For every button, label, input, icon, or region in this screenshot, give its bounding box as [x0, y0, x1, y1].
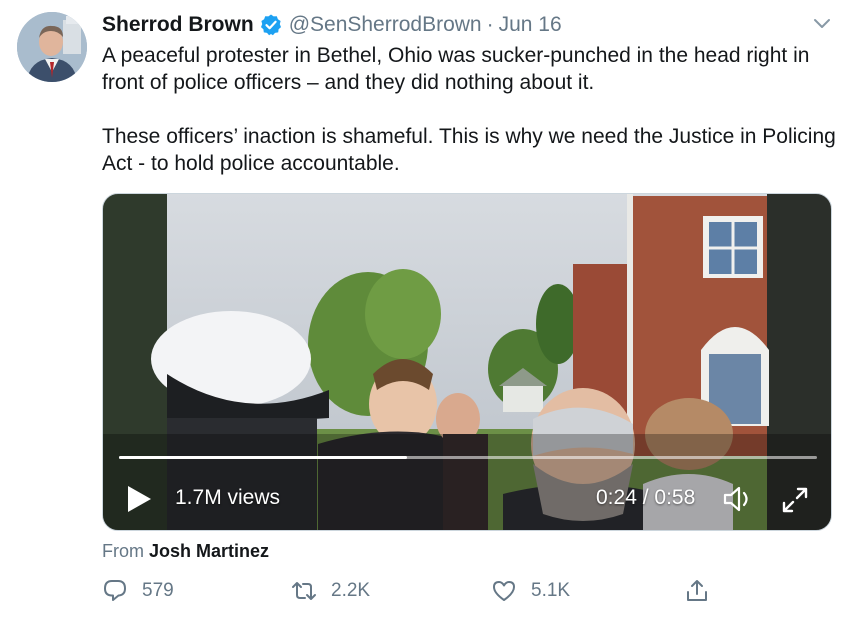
fullscreen-icon[interactable] [779, 484, 811, 516]
tweet-text: A peaceful protester in Bethel, Ohio was… [102, 42, 837, 177]
tweet-text-paragraph-2: These officers’ inaction is shameful. Th… [102, 125, 836, 175]
share-icon [687, 580, 707, 601]
avatar[interactable] [17, 12, 87, 82]
video-time-separator: / [642, 486, 649, 509]
attribution-source[interactable]: Josh Martinez [149, 541, 269, 561]
chevron-down-icon[interactable] [811, 12, 833, 34]
play-icon[interactable] [125, 484, 153, 514]
verified-badge-icon [259, 13, 283, 37]
like-button[interactable]: 5.1K [491, 578, 570, 604]
video-progress-fill [119, 456, 408, 459]
video-view-count: 1.7M views [175, 486, 281, 509]
author-name[interactable]: Sherrod Brown [102, 13, 254, 37]
video-frame [103, 194, 831, 530]
video-duration: 0:58 [654, 486, 696, 509]
tweet-header: Sherrod Brown @SenSherrodBrown · Jun 16 [102, 12, 562, 38]
retweet-icon [292, 582, 316, 600]
reply-count: 579 [142, 580, 174, 601]
video-progress-bar[interactable] [119, 456, 817, 459]
tweet-actions: 579 2.2K 5.1K [102, 578, 832, 610]
volume-icon[interactable] [721, 482, 755, 516]
share-button[interactable] [684, 578, 724, 604]
retweet-button[interactable]: 2.2K [291, 578, 370, 604]
reply-button[interactable]: 579 [102, 578, 174, 604]
video-current-time: 0:24 [596, 486, 637, 509]
tweet-date[interactable]: Jun 16 [499, 13, 562, 37]
tweet-text-paragraph-1: A peaceful protester in Bethel, Ohio was… [102, 44, 810, 94]
like-count: 5.1K [531, 580, 571, 601]
attribution-prefix: From [102, 541, 144, 561]
retweet-count: 2.2K [331, 580, 371, 601]
heart-icon [493, 581, 515, 601]
video-player[interactable]: 1.7M views 0:24 / 0:58 [102, 193, 832, 531]
reply-icon [104, 580, 126, 601]
separator-dot: · [486, 13, 494, 36]
video-time: 0:24 / 0:58 [596, 486, 695, 510]
video-attribution: From Josh Martinez [102, 541, 269, 562]
author-handle[interactable]: @SenSherrodBrown [289, 13, 482, 37]
